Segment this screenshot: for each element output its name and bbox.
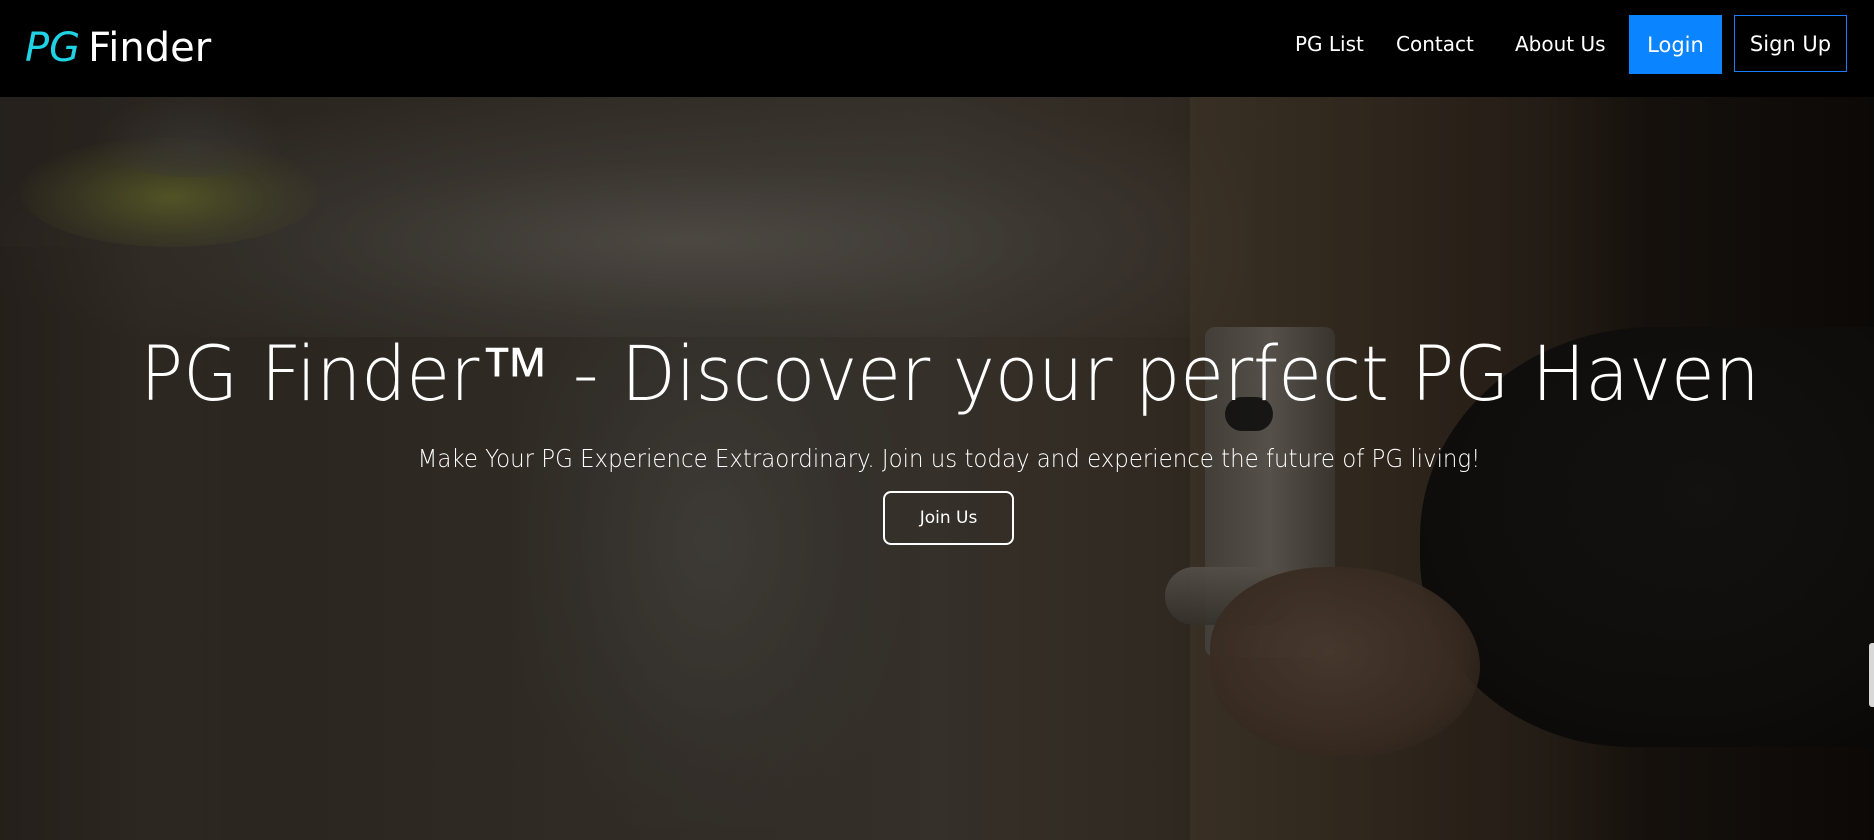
sign-up-button[interactable]: Sign Up xyxy=(1734,15,1847,72)
hero-subtitle: Make Your PG Experience Extraordinary. J… xyxy=(417,444,1481,473)
brand-logo[interactable]: PG Finder xyxy=(25,22,211,74)
scroll-edge-tab[interactable] xyxy=(1869,643,1874,707)
join-us-button[interactable]: Join Us xyxy=(883,491,1014,545)
hero-section: PG Finder™ - Discover your perfect PG Ha… xyxy=(0,97,1874,840)
hero-title: PG Finder™ - Discover your perfect PG Ha… xyxy=(140,329,1760,418)
login-button[interactable]: Login xyxy=(1629,15,1722,74)
nav-link-about-us[interactable]: About Us xyxy=(1515,30,1606,58)
navbar: PG Finder PG List Contact About Us Login … xyxy=(0,0,1874,97)
page: PG Finder PG List Contact About Us Login … xyxy=(0,0,1874,840)
nav-link-pg-list[interactable]: PG List xyxy=(1295,30,1364,58)
brand-finder-text: Finder xyxy=(88,25,212,71)
brand-pg-text: PG xyxy=(25,25,81,71)
nav-link-contact[interactable]: Contact xyxy=(1396,30,1474,58)
